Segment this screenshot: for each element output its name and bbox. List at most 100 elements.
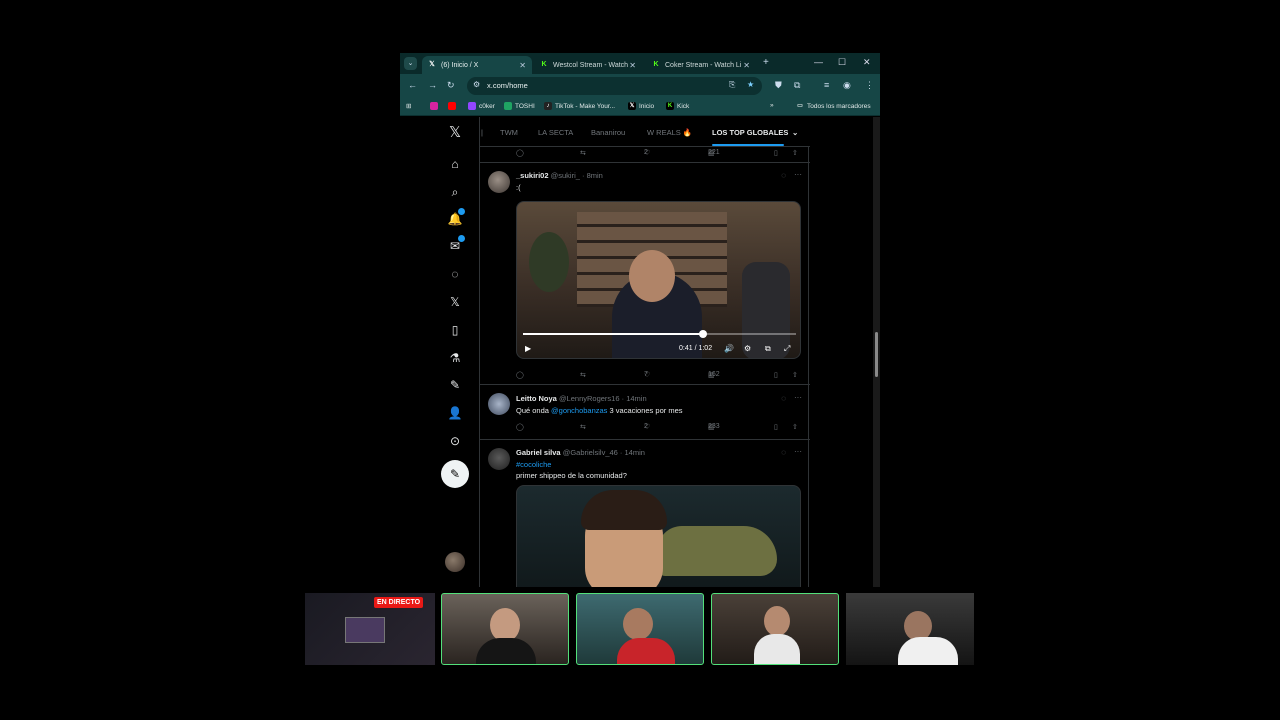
tab-inicio-x[interactable]: 𝕏 (6) Inicio / X ✕ xyxy=(422,56,532,74)
profile-avatar-icon[interactable]: ◉ xyxy=(843,80,851,91)
author-name[interactable]: Gabriel silva xyxy=(516,448,561,457)
messages-icon[interactable]: ✉ xyxy=(447,235,465,254)
settings-gear-icon[interactable]: ⚙ xyxy=(744,344,751,353)
play-icon[interactable]: ▶ xyxy=(525,344,531,353)
mention-link[interactable]: @gonchobanzas xyxy=(551,406,607,415)
tweet-time[interactable]: 8min xyxy=(587,171,603,180)
video-scrubber[interactable] xyxy=(699,330,708,338)
more-icon[interactable]: ⊙ xyxy=(447,433,463,449)
author-handle[interactable]: @LennyRogers16 xyxy=(559,394,620,403)
account-avatar[interactable] xyxy=(445,552,465,572)
grok-icon[interactable]: ◌ xyxy=(781,171,786,180)
tweet-image[interactable] xyxy=(516,485,801,587)
retweet-icon[interactable]: ⇆ xyxy=(580,149,586,157)
x-premium-icon[interactable]: 𝕏 xyxy=(447,294,463,310)
x-logo-icon[interactable]: 𝕏 xyxy=(447,125,463,141)
tweet[interactable]: Leitto Noya @LennyRogers16 · 14min ◌ ···… xyxy=(480,385,810,440)
close-icon[interactable]: ✕ xyxy=(743,61,750,70)
author-name[interactable]: _sukiri02 xyxy=(516,171,549,180)
notifications-icon[interactable]: 🔔 xyxy=(447,208,465,227)
youtube-icon[interactable] xyxy=(448,102,459,110)
author-handle[interactable]: @Gabrielsilv_46 xyxy=(563,448,618,457)
reply-icon[interactable]: ◯ xyxy=(516,423,524,431)
site-settings-icon[interactable]: ⚙ xyxy=(473,80,480,89)
extensions-icon[interactable]: ⧉ xyxy=(794,80,800,91)
tab-los-top-globales[interactable]: LOS TOP GLOBALES xyxy=(712,128,788,137)
bookmark-star-icon[interactable]: ★ xyxy=(747,80,754,89)
grok-icon[interactable]: ◌ xyxy=(447,266,463,282)
grok-icon[interactable]: ◌ xyxy=(781,448,786,457)
bookmark-kick[interactable]: K Kick xyxy=(666,102,689,110)
apps-grid-icon[interactable]: ⊞ xyxy=(406,102,411,110)
tab-la-secta[interactable]: LA SECTA xyxy=(538,128,573,137)
install-app-icon[interactable]: ⎘ xyxy=(729,80,735,90)
tab-search-button[interactable]: ⌄ xyxy=(404,57,417,70)
more-bookmarks-icon[interactable]: » xyxy=(770,102,774,109)
bookmark-inicio[interactable]: 𝕏 Inicio xyxy=(628,102,654,110)
share-icon[interactable]: ⇧ xyxy=(792,149,798,157)
bookmark-icon[interactable]: ▯ xyxy=(774,149,778,157)
maximize-icon[interactable]: ☐ xyxy=(838,57,846,68)
scrollbar-thumb[interactable] xyxy=(875,332,878,377)
bookmark-c0ker[interactable]: c0ker xyxy=(468,102,495,110)
avatar[interactable] xyxy=(488,393,510,415)
hashtag-link[interactable]: #cocoliche xyxy=(516,460,551,469)
more-options-icon[interactable]: ··· xyxy=(794,170,802,179)
all-bookmarks-folder[interactable]: ▭ Todos los marcadores xyxy=(796,102,870,110)
bookmark-icon[interactable]: ▯ xyxy=(774,371,778,379)
media-control-icon[interactable]: ≡ xyxy=(824,80,829,90)
extension-shield-icon[interactable]: ⛊ xyxy=(775,80,782,91)
avatar[interactable] xyxy=(488,448,510,470)
page-scrollbar[interactable] xyxy=(873,117,880,587)
video-progress-bar[interactable] xyxy=(523,330,796,338)
bookmarks-icon[interactable]: ▯ xyxy=(447,322,463,338)
minimize-icon[interactable]: — xyxy=(814,57,823,67)
close-icon[interactable]: ✕ xyxy=(629,61,636,70)
bookmark-toshi[interactable]: TOSHI xyxy=(504,102,535,110)
bookmark-icon[interactable]: ▯ xyxy=(774,423,778,431)
menu-icon[interactable]: ⋮ xyxy=(865,80,874,91)
tab-bananirou[interactable]: Bananirou xyxy=(591,128,625,137)
verified-orgs-icon[interactable]: ✎ xyxy=(447,377,463,393)
more-options-icon[interactable]: ··· xyxy=(794,393,802,402)
bookmark-tiktok[interactable]: ♪ TikTok - Make Your... xyxy=(544,102,615,110)
tab-w-reals[interactable]: W REALS 🔥 xyxy=(647,128,692,137)
address-bar[interactable]: ⚙ x.com/home ⎘ ★ xyxy=(467,77,762,95)
close-window-icon[interactable]: ✕ xyxy=(863,57,871,68)
volume-icon[interactable]: 🔊 xyxy=(724,344,734,353)
tab-coker-stream[interactable]: K Coker Stream - Watch Li ✕ xyxy=(646,56,756,74)
reply-icon[interactable]: ◯ xyxy=(516,371,524,379)
back-icon[interactable]: ← xyxy=(408,80,417,90)
live-badge: EN DIRECTO xyxy=(374,597,424,608)
profile-icon[interactable]: 👤 xyxy=(447,405,463,421)
tweet-time[interactable]: 14min xyxy=(625,448,645,457)
chevron-down-icon[interactable]: ⌄ xyxy=(792,128,798,137)
home-icon[interactable]: ⌂ xyxy=(447,156,463,172)
fullscreen-icon[interactable]: ⤢ xyxy=(784,344,790,354)
timeline: | TWM LA SECTA Bananirou W REALS 🔥 LOS T… xyxy=(479,117,810,587)
jobs-icon[interactable]: ⚗ xyxy=(447,350,463,366)
forward-icon[interactable]: → xyxy=(428,80,437,90)
avatar[interactable] xyxy=(488,171,510,193)
author-handle[interactable]: @sukiri_ xyxy=(551,171,580,180)
instagram-icon[interactable] xyxy=(430,102,441,110)
tab-strip: ⌄ 𝕏 (6) Inicio / X ✕ K Westcol Stream - … xyxy=(400,53,880,74)
video-player[interactable]: ▶ 0:41 / 1:02 🔊 ⚙ ⧉ ⤢ xyxy=(516,201,801,359)
retweet-icon[interactable]: ⇆ xyxy=(580,423,586,431)
tab-twm[interactable]: TWM xyxy=(500,128,518,137)
retweet-icon[interactable]: ⇆ xyxy=(580,371,586,379)
compose-post-button[interactable]: ✎ xyxy=(441,460,469,488)
search-icon[interactable]: ⌕ xyxy=(447,184,463,200)
tab-westcol-stream[interactable]: K Westcol Stream - Watch ✕ xyxy=(534,56,642,74)
picture-in-picture-icon[interactable]: ⧉ xyxy=(765,344,771,354)
reload-icon[interactable]: ↻ xyxy=(447,80,455,91)
share-icon[interactable]: ⇧ xyxy=(792,371,798,379)
more-options-icon[interactable]: ··· xyxy=(794,447,802,456)
share-icon[interactable]: ⇧ xyxy=(792,423,798,431)
new-tab-button[interactable]: + xyxy=(763,57,769,68)
reply-icon[interactable]: ◯ xyxy=(516,149,524,157)
tweet-time[interactable]: 14min xyxy=(626,394,646,403)
grok-icon[interactable]: ◌ xyxy=(781,394,786,403)
author-name[interactable]: Leitto Noya xyxy=(516,394,557,403)
close-icon[interactable]: ✕ xyxy=(519,61,526,70)
